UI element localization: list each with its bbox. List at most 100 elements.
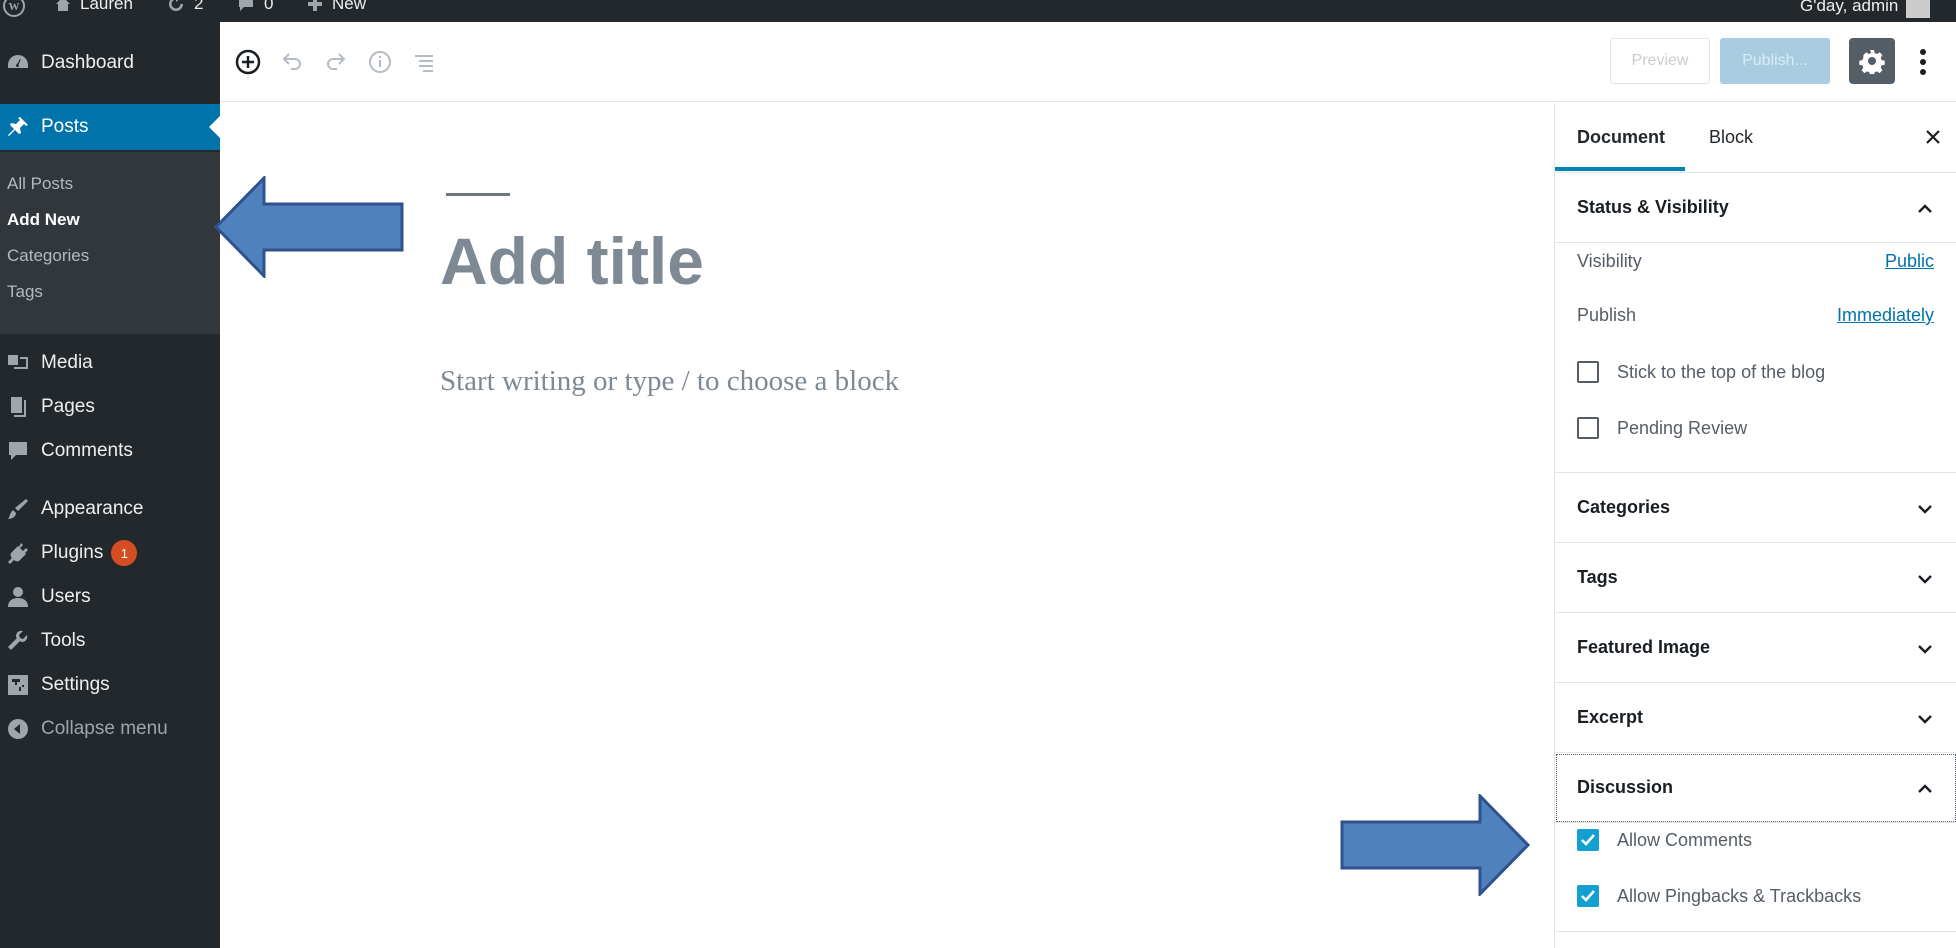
panel-title: Tags [1577, 567, 1618, 587]
redo-icon[interactable] [320, 46, 352, 78]
media-icon [3, 348, 33, 378]
panel-excerpt[interactable]: Excerpt [1555, 683, 1956, 753]
comments-count: 0 [264, 0, 274, 13]
panel-status-visibility[interactable]: Status & Visibility [1555, 173, 1956, 243]
site-name: Lauren [80, 0, 133, 13]
menu-item-appearance[interactable]: Appearance [0, 486, 220, 532]
visibility-label: Visibility [1577, 251, 1642, 271]
undo-icon[interactable] [276, 46, 308, 78]
menu-label: Settings [41, 674, 110, 695]
greeting: G'day, admin [1800, 0, 1899, 15]
admin-sidebar: Dashboard Posts All Posts Add New Catego… [0, 22, 220, 948]
submenu-categories[interactable]: Categories [7, 246, 89, 266]
menu-label: Plugins [41, 542, 104, 563]
allow-pingbacks-checkbox[interactable] [1577, 885, 1599, 907]
info-icon[interactable] [364, 46, 396, 78]
menu-item-posts[interactable]: Posts [0, 104, 220, 150]
pending-review-checkbox-row[interactable]: Pending Review [1577, 417, 1747, 439]
menu-label: Appearance [41, 498, 144, 519]
svg-text:W: W [9, 1, 20, 13]
menu-item-dashboard[interactable]: Dashboard [0, 40, 220, 86]
collapse-menu-button[interactable]: Collapse menu [0, 706, 220, 752]
chevron-up-icon [1911, 775, 1939, 803]
panel-title: Featured Image [1577, 637, 1711, 657]
panel-title: Categories [1577, 497, 1671, 517]
user-icon [3, 582, 33, 612]
admin-bar: W Lauren 2 0 New G'day, admin [0, 0, 1956, 22]
allow-comments-checkbox[interactable] [1577, 829, 1599, 851]
submenu-add-new[interactable]: Add New [7, 210, 80, 230]
menu-item-users[interactable]: Users [0, 574, 220, 620]
chevron-down-icon [1911, 565, 1939, 593]
allow-pingbacks-label: Allow Pingbacks & Trackbacks [1617, 885, 1862, 906]
wordpress-logo-icon[interactable]: W [2, 0, 26, 18]
avatar [1906, 0, 1931, 18]
pending-review-label: Pending Review [1617, 417, 1748, 438]
publish-label: Publish [1577, 305, 1637, 325]
post-title-input[interactable]: Add title [440, 223, 704, 299]
settings-gear-icon[interactable] [1849, 38, 1895, 84]
chevron-down-icon [1911, 635, 1939, 663]
panel-discussion[interactable]: Discussion [1555, 753, 1956, 823]
submenu-all-posts[interactable]: All Posts [7, 174, 73, 194]
menu-item-comments[interactable]: Comments [0, 428, 220, 474]
menu-label: Pages [41, 396, 95, 417]
sticky-checkbox-row[interactable]: Stick to the top of the blog [1577, 361, 1825, 383]
menu-item-plugins[interactable]: Plugins 1 [0, 530, 220, 576]
settings-sidebar: Document Block Status & Visibility Visib… [1554, 103, 1956, 948]
submenu-tags[interactable]: Tags [7, 282, 43, 302]
comment-icon [239, 0, 253, 11]
menu-item-settings[interactable]: Settings [0, 662, 220, 708]
sticky-checkbox[interactable] [1577, 361, 1599, 383]
comments-link[interactable]: 0 [236, 0, 273, 14]
settings-icon [3, 670, 33, 700]
panel-title: Status & Visibility [1577, 197, 1729, 217]
updates-link[interactable]: 2 [166, 0, 203, 14]
home-icon [56, 0, 70, 11]
settings-tabs: Document Block [1555, 103, 1956, 173]
publish-button[interactable]: Publish... [1720, 38, 1830, 84]
updates-count: 2 [194, 0, 204, 13]
menu-label: Dashboard [41, 52, 134, 73]
allow-pingbacks-row[interactable]: Allow Pingbacks & Trackbacks [1577, 885, 1861, 907]
refresh-icon [169, 0, 183, 11]
preview-button[interactable]: Preview [1610, 38, 1710, 84]
menu-label: Collapse menu [41, 718, 168, 739]
tab-document[interactable]: Document [1577, 127, 1665, 148]
close-icon[interactable] [1919, 123, 1947, 151]
menu-label: Comments [41, 440, 133, 461]
menu-label: Users [41, 586, 91, 607]
collapse-icon [3, 714, 33, 744]
allow-comments-row[interactable]: Allow Comments [1577, 829, 1752, 851]
tab-block[interactable]: Block [1709, 127, 1753, 148]
more-vertical-icon[interactable] [1908, 44, 1938, 80]
brush-icon [3, 494, 33, 524]
new-content-link[interactable]: New [306, 0, 366, 14]
pending-review-checkbox[interactable] [1577, 417, 1599, 439]
panel-categories[interactable]: Categories [1555, 473, 1956, 543]
divider [1555, 931, 1956, 932]
plug-icon [3, 538, 33, 568]
add-block-icon[interactable] [232, 46, 264, 78]
account-menu[interactable]: G'day, admin [1800, 0, 1931, 18]
outline-icon[interactable] [408, 46, 440, 78]
menu-item-pages[interactable]: Pages [0, 384, 220, 430]
panel-tags[interactable]: Tags [1555, 543, 1956, 613]
visibility-value-link[interactable]: Public [1885, 251, 1934, 272]
chevron-up-icon [1911, 195, 1939, 223]
plugins-update-badge: 1 [111, 540, 138, 566]
menu-label: Tools [41, 630, 86, 651]
menu-label: Media [41, 352, 93, 373]
plus-icon [308, 0, 322, 11]
site-name-link[interactable]: Lauren [54, 0, 133, 14]
menu-item-media[interactable]: Media [0, 340, 220, 386]
dashboard-icon [3, 48, 33, 78]
publish-date-link[interactable]: Immediately [1837, 305, 1934, 326]
panel-featured-image[interactable]: Featured Image [1555, 613, 1956, 683]
block-appender[interactable]: Start writing or type / to choose a bloc… [440, 365, 899, 398]
panel-title: Discussion [1577, 777, 1674, 797]
sticky-label: Stick to the top of the blog [1617, 361, 1826, 382]
menu-item-tools[interactable]: Tools [0, 618, 220, 664]
wrench-icon [3, 626, 33, 656]
pages-icon [3, 392, 33, 422]
